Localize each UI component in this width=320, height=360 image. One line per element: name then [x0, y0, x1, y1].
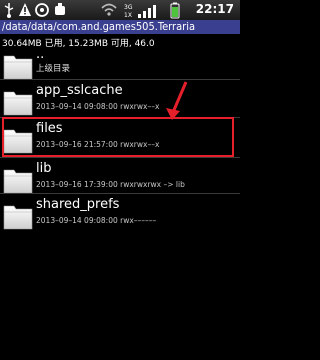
divider: [0, 193, 240, 194]
rotation-icon: [35, 3, 49, 17]
item-name: shared_prefs: [36, 197, 120, 212]
status-bar: 3G 1X 22:17: [0, 0, 240, 20]
item-name: app_sslcache: [36, 83, 123, 98]
item-name: ..: [36, 47, 45, 62]
divider: [0, 157, 240, 158]
signal-icon: 3G 1X: [124, 4, 156, 19]
svg-text:1X: 1X: [124, 12, 132, 19]
folder-icon: [3, 169, 33, 194]
warning-icon: [19, 3, 31, 16]
item-meta: 2013–09–16 17:39:00 rwxrwxrwx –> lib: [36, 180, 185, 189]
list-item-shared-prefs[interactable]: shared_prefs 2013–09–14 09:08:00 rwx––––…: [0, 195, 240, 237]
item-meta: 2013–09–14 09:08:00 rwxrwx––x: [36, 102, 160, 111]
wifi-icon: [101, 3, 117, 16]
usb-icon: [4, 3, 14, 18]
battery-icon: [170, 2, 180, 19]
current-path: /data/data/com.and.games505.Terraria: [2, 20, 196, 33]
usb-debug-icon: [55, 3, 65, 15]
item-meta: 2013–09–14 09:08:00 rwx––––––: [36, 216, 157, 225]
folder-icon: [3, 205, 33, 230]
annotation-arrow-icon: [166, 81, 188, 120]
highlight-box: [2, 117, 234, 157]
item-name: lib: [36, 161, 52, 176]
folder-icon: [3, 55, 33, 80]
path-bar: /data/data/com.and.games505.Terraria: [0, 20, 240, 34]
divider: [0, 79, 240, 80]
folder-icon: [3, 91, 33, 116]
clock: 22:17: [195, 2, 234, 16]
item-meta: 上级目录: [36, 64, 71, 74]
svg-text:3G: 3G: [124, 4, 133, 11]
